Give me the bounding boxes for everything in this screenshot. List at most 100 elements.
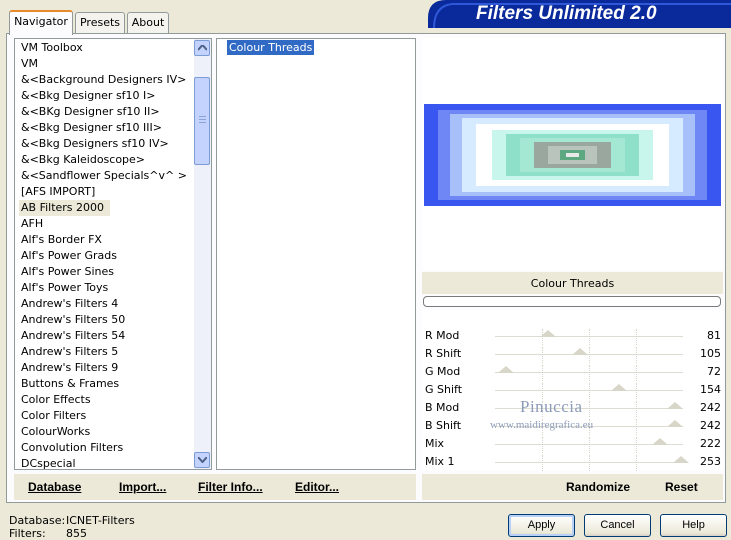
category-list-item[interactable]: Convolution Filters [15,440,211,456]
tab-navigator-label: Navigator [14,15,68,28]
database-link[interactable]: Database [28,480,81,494]
tab-about-label: About [131,16,165,29]
cancel-button[interactable]: Cancel [584,514,651,537]
category-list-item[interactable]: &<Bkg Designer sf10 III> [15,120,211,136]
category-list-item-label: VM [21,57,39,70]
category-list-item[interactable]: [AFS IMPORT] [15,184,211,200]
category-list-item[interactable]: Andrew's Filters 9 [15,360,211,376]
reset-button[interactable]: Reset [665,480,698,494]
slider-thumb[interactable] [667,402,684,409]
category-list-item-label: Andrew's Filters 54 [21,329,126,342]
category-scrollbar[interactable] [194,39,211,469]
slider-thumb[interactable] [571,348,588,355]
category-list-item[interactable]: &<Background Designers IV> [15,72,211,88]
slider-thumb[interactable] [611,384,628,391]
category-list-item-label: VM Toolbox [21,41,83,54]
category-list-item-label: Color Effects [21,393,91,406]
help-button[interactable]: Help [660,514,727,537]
category-list-item-label: &<Bkg Designer sf10 III> [21,121,163,134]
filter-item-colour-threads[interactable]: Colour Threads [227,40,315,55]
filter-info-link[interactable]: Filter Info... [198,480,263,494]
filter-list[interactable]: Colour Threads [216,38,416,470]
category-list-item[interactable]: Andrew's Filters 5 [15,344,211,360]
category-list-item[interactable]: Alf's Power Toys [15,280,211,296]
category-list-item-label: DCspecial [21,457,76,470]
param-label: B Mod [425,401,460,414]
param-value: 222 [700,437,721,450]
category-list-item-label: Color Filters [21,409,87,422]
preview-image [424,104,721,206]
editor-link[interactable]: Editor... [295,480,339,494]
progress-bar [423,296,721,307]
category-list-item-label: Alf's Border FX [21,233,102,246]
category-list-item[interactable]: Alf's Power Grads [15,248,211,264]
category-list-item[interactable]: AB Filters 2000 [15,200,211,216]
category-list-item[interactable]: Andrew's Filters 54 [15,328,211,344]
tab-navigator[interactable]: Navigator [9,10,73,35]
app-title: Filters Unlimited 2.0 [476,3,657,24]
param-row: Mix 222 [423,435,723,453]
scroll-thumb[interactable] [194,77,210,165]
category-list-item[interactable]: AFH [15,216,211,232]
param-row: G Mod 72 [423,363,723,381]
category-list-item[interactable]: ColourWorks [15,424,211,440]
category-list-item[interactable]: DCspecial [15,456,211,470]
apply-button-label: Apply [527,519,556,531]
category-list[interactable]: VM Toolbox VM &<Background Designers IV> &<… [14,38,212,470]
category-list-item-label: Andrew's Filters 50 [21,313,126,326]
tab-about[interactable]: About [127,12,169,34]
category-list-item[interactable]: &<Sandflower Specials^v^ > [15,168,211,184]
category-list-item[interactable]: &<BKg Designer sf10 II> [15,104,211,120]
category-list-item[interactable]: Buttons & Frames [15,376,211,392]
slider-thumb[interactable] [667,420,684,427]
category-list-item-label: Andrew's Filters 9 [21,361,119,374]
param-slider[interactable] [495,365,683,381]
chevron-up-icon [198,45,207,51]
import-link[interactable]: Import... [119,480,166,494]
category-list-item[interactable]: Andrew's Filters 4 [15,296,211,312]
category-list-item-label: &<Sandflower Specials^v^ > [21,169,187,182]
param-value: 81 [707,329,721,342]
category-list-item[interactable]: Color Filters [15,408,211,424]
category-list-item[interactable]: Alf's Power Sines [15,264,211,280]
help-button-label: Help [682,519,705,531]
param-label: G Shift [425,383,463,396]
category-list-item-label: Andrew's Filters 5 [21,345,119,358]
category-list-item[interactable]: VM Toolbox [15,40,211,56]
param-label: B Shift [425,419,462,432]
param-slider[interactable] [495,329,683,345]
scroll-down-button[interactable] [194,452,210,468]
apply-button[interactable]: Apply [508,514,575,537]
category-list-item[interactable]: Color Effects [15,392,211,408]
slider-thumb[interactable] [498,366,515,373]
slider-thumb[interactable] [652,438,669,445]
slider-thumb[interactable] [539,330,556,337]
title-banner: Filters Unlimited 2.0 [428,0,731,28]
category-list-item[interactable]: &<Bkg Kaleidoscope> [15,152,211,168]
param-label: Mix 1 [425,455,455,468]
tab-presets-label: Presets [79,16,121,29]
category-list-item-label: ColourWorks [21,425,91,438]
category-list-item[interactable]: Andrew's Filters 50 [15,312,211,328]
param-label: Mix [425,437,445,450]
status-database-label: Database: [9,514,66,527]
category-list-item-label: Alf's Power Toys [21,281,109,294]
category-list-item[interactable]: &<Bkg Designers sf10 IV> [15,136,211,152]
category-list-item[interactable]: Alf's Border FX [15,232,211,248]
param-slider[interactable] [495,347,683,363]
param-row: R Shift 105 [423,345,723,363]
category-list-item[interactable]: VM [15,56,211,72]
category-list-item[interactable]: &<Bkg Designer sf10 I> [15,88,211,104]
category-list-item-label: [AFS IMPORT] [21,185,96,198]
tab-presets[interactable]: Presets [75,12,125,34]
param-slider[interactable] [495,437,683,453]
param-slider[interactable] [495,455,690,471]
param-label: G Mod [425,365,461,378]
param-slider[interactable] [495,383,683,399]
param-label: R Shift [425,347,462,360]
randomize-button[interactable]: Randomize [566,480,630,494]
status-filters-label: Filters: [9,527,46,540]
scroll-up-button[interactable] [194,40,210,56]
preview-panel [422,38,723,270]
slider-thumb[interactable] [673,456,690,463]
